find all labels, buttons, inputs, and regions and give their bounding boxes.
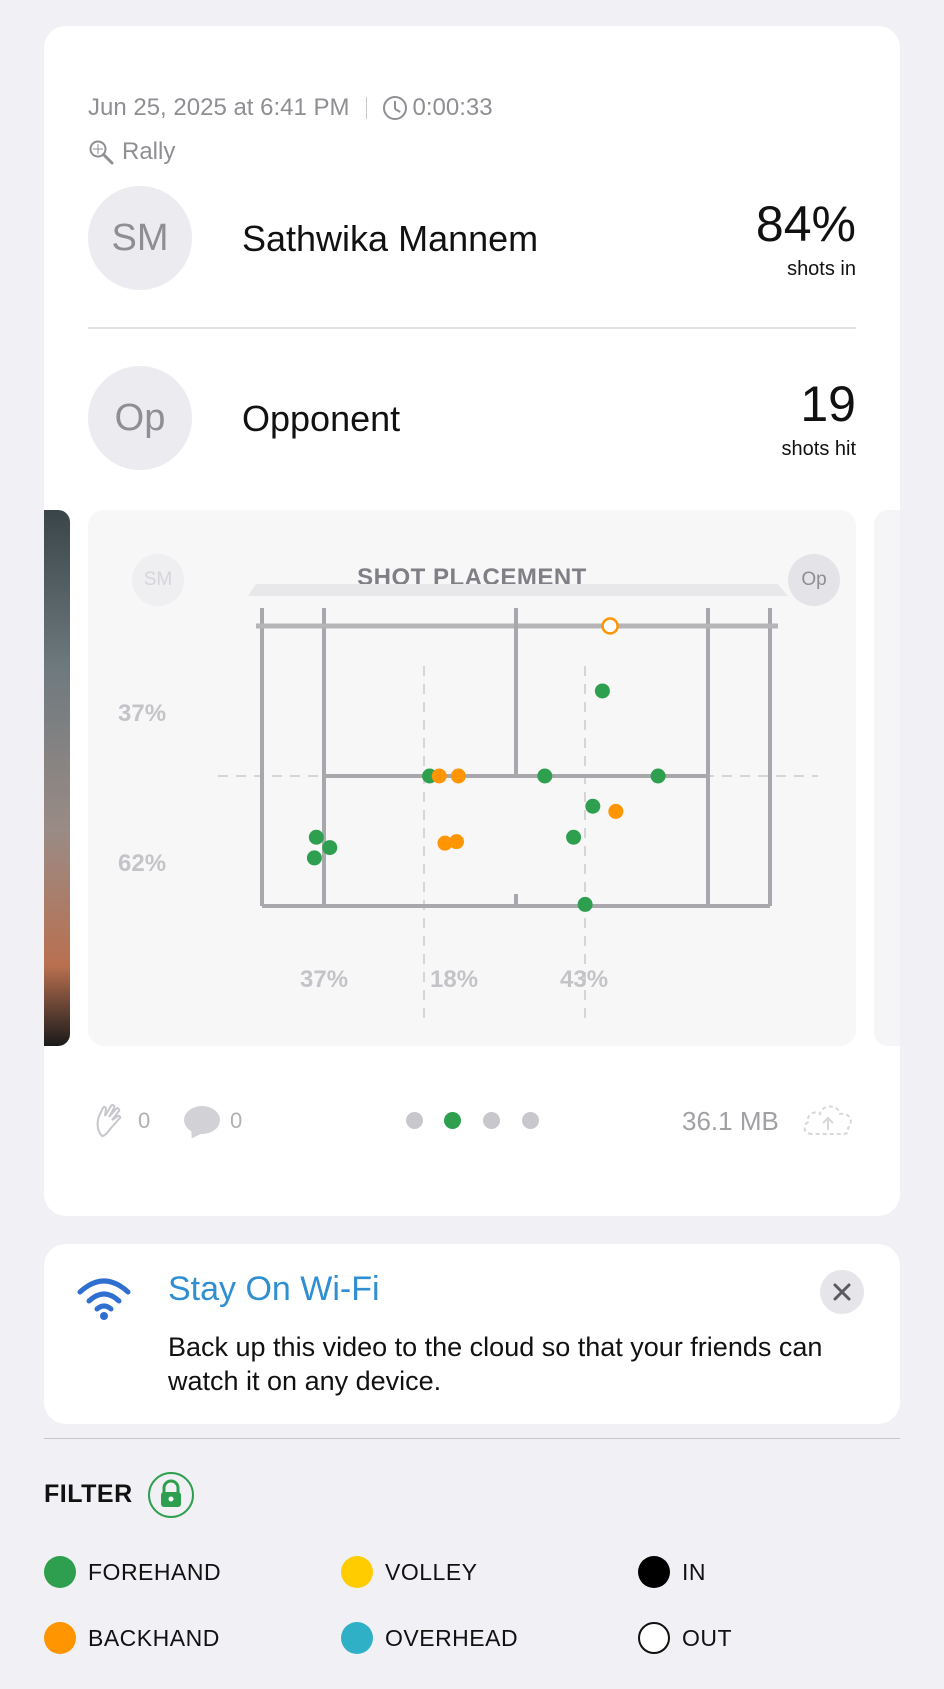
racket-icon xyxy=(88,139,114,165)
stat-value: 84% xyxy=(755,196,856,252)
legend-label: FOREHAND xyxy=(88,1558,222,1585)
depth-pct-short: 62% xyxy=(118,850,167,877)
session-meta: Jun 25, 2025 at 6:41 PM 0:00:33 xyxy=(88,94,493,122)
swatch xyxy=(638,1556,670,1588)
swatch xyxy=(341,1556,373,1588)
comment-icon[interactable] xyxy=(184,1106,220,1134)
section-divider xyxy=(44,1438,900,1439)
legend-backhand[interactable]: BACKHAND xyxy=(44,1622,220,1654)
close-button[interactable] xyxy=(820,1270,864,1314)
page-dot[interactable] xyxy=(406,1112,423,1129)
legend-overhead[interactable]: OVERHEAD xyxy=(341,1622,518,1654)
page-dot[interactable] xyxy=(522,1112,539,1129)
file-size: 36.1 MB xyxy=(682,1106,779,1136)
session-type: Rally xyxy=(122,138,176,165)
swatch xyxy=(44,1556,76,1588)
lock-icon xyxy=(161,1479,181,1507)
comment-count: 0 xyxy=(230,1108,243,1133)
wifi-icon xyxy=(77,1278,131,1320)
legend-label: VOLLEY xyxy=(385,1558,478,1585)
swatch xyxy=(44,1622,76,1654)
legend-out[interactable]: OUT xyxy=(638,1622,732,1654)
page-dot-active[interactable] xyxy=(444,1112,461,1129)
shot-point-forehand xyxy=(585,798,601,814)
shot-point-backhand-out xyxy=(601,617,619,635)
net-band xyxy=(248,584,788,596)
shot-point-backhand xyxy=(450,768,466,784)
cloud-upload-icon[interactable] xyxy=(800,1100,856,1140)
filter-label: FILTER xyxy=(44,1480,133,1508)
session-duration: 0:00:33 xyxy=(412,94,493,121)
avatar: Op xyxy=(88,366,192,470)
session-type-row: Rally xyxy=(88,138,175,166)
close-icon xyxy=(833,1283,851,1301)
wifi-title: Stay On Wi-Fi xyxy=(168,1270,380,1308)
clap-count: 0 xyxy=(138,1108,151,1133)
shot-point-forehand xyxy=(577,896,593,912)
player-stat: 19 shots hit xyxy=(782,376,856,461)
stat-label: shots hit xyxy=(781,438,856,460)
session-card[interactable]: Jun 25, 2025 at 6:41 PM 0:00:33 Rally SM… xyxy=(44,26,900,1216)
swatch xyxy=(341,1622,373,1654)
meta-separator xyxy=(365,97,367,119)
shot-point-backhand xyxy=(448,834,464,850)
swatch xyxy=(638,1622,670,1654)
player-row-sm[interactable]: SM Sathwika Mannem 84% shots in xyxy=(88,186,856,296)
zone-pct-center: 18% xyxy=(430,966,479,993)
legend-label: OUT xyxy=(682,1624,733,1651)
legend-label: BACKHAND xyxy=(88,1624,220,1651)
clock-icon xyxy=(382,96,407,120)
session-datetime: Jun 25, 2025 at 6:41 PM xyxy=(88,94,350,121)
legend-volley[interactable]: VOLLEY xyxy=(341,1556,478,1588)
video-thumbnail-peek[interactable] xyxy=(44,510,70,1046)
next-page-peek[interactable] xyxy=(874,510,900,1046)
player-stat: 84% shots in xyxy=(756,196,856,281)
shot-placement-chart[interactable]: SM Op SHOT PLACEMENT 37% 62% 37% 18% 43% xyxy=(88,510,856,1046)
shot-point-forehand xyxy=(308,829,324,845)
shot-point-forehand xyxy=(306,850,322,866)
page-dot[interactable] xyxy=(483,1112,500,1129)
shot-point-forehand xyxy=(594,683,610,699)
player-divider xyxy=(88,327,856,329)
clap-icon[interactable] xyxy=(94,1104,124,1138)
depth-pct-deep: 37% xyxy=(118,700,167,727)
shot-point-forehand xyxy=(322,840,338,856)
wifi-body: Back up this video to the cloud so that … xyxy=(168,1332,823,1396)
shot-point-backhand xyxy=(431,768,447,784)
legend-label: IN xyxy=(682,1558,706,1585)
wifi-banner: Stay On Wi-Fi Back up this video to the … xyxy=(44,1244,900,1424)
stat-value: 19 xyxy=(800,376,856,432)
shot-point-forehand xyxy=(537,768,553,784)
shot-point-forehand xyxy=(650,768,666,784)
player-name: Opponent xyxy=(242,398,401,439)
stat-label: shots in xyxy=(787,258,856,280)
shot-point-forehand xyxy=(566,829,582,845)
zone-pct-right: 43% xyxy=(560,966,609,993)
zone-pct-left: 37% xyxy=(300,966,349,993)
legend-label: OVERHEAD xyxy=(385,1624,519,1651)
avatar: SM xyxy=(88,186,192,290)
player-name: Sathwika Mannem xyxy=(242,218,539,259)
card-footer: 0 0 36.1 MB xyxy=(44,1096,852,1146)
legend-in[interactable]: IN xyxy=(638,1556,706,1588)
legend-forehand[interactable]: FOREHAND xyxy=(44,1556,221,1588)
shot-point-backhand xyxy=(608,803,624,819)
player-row-op[interactable]: Op Opponent 19 shots hit xyxy=(88,366,856,476)
filter-lock-button[interactable] xyxy=(148,1472,194,1518)
